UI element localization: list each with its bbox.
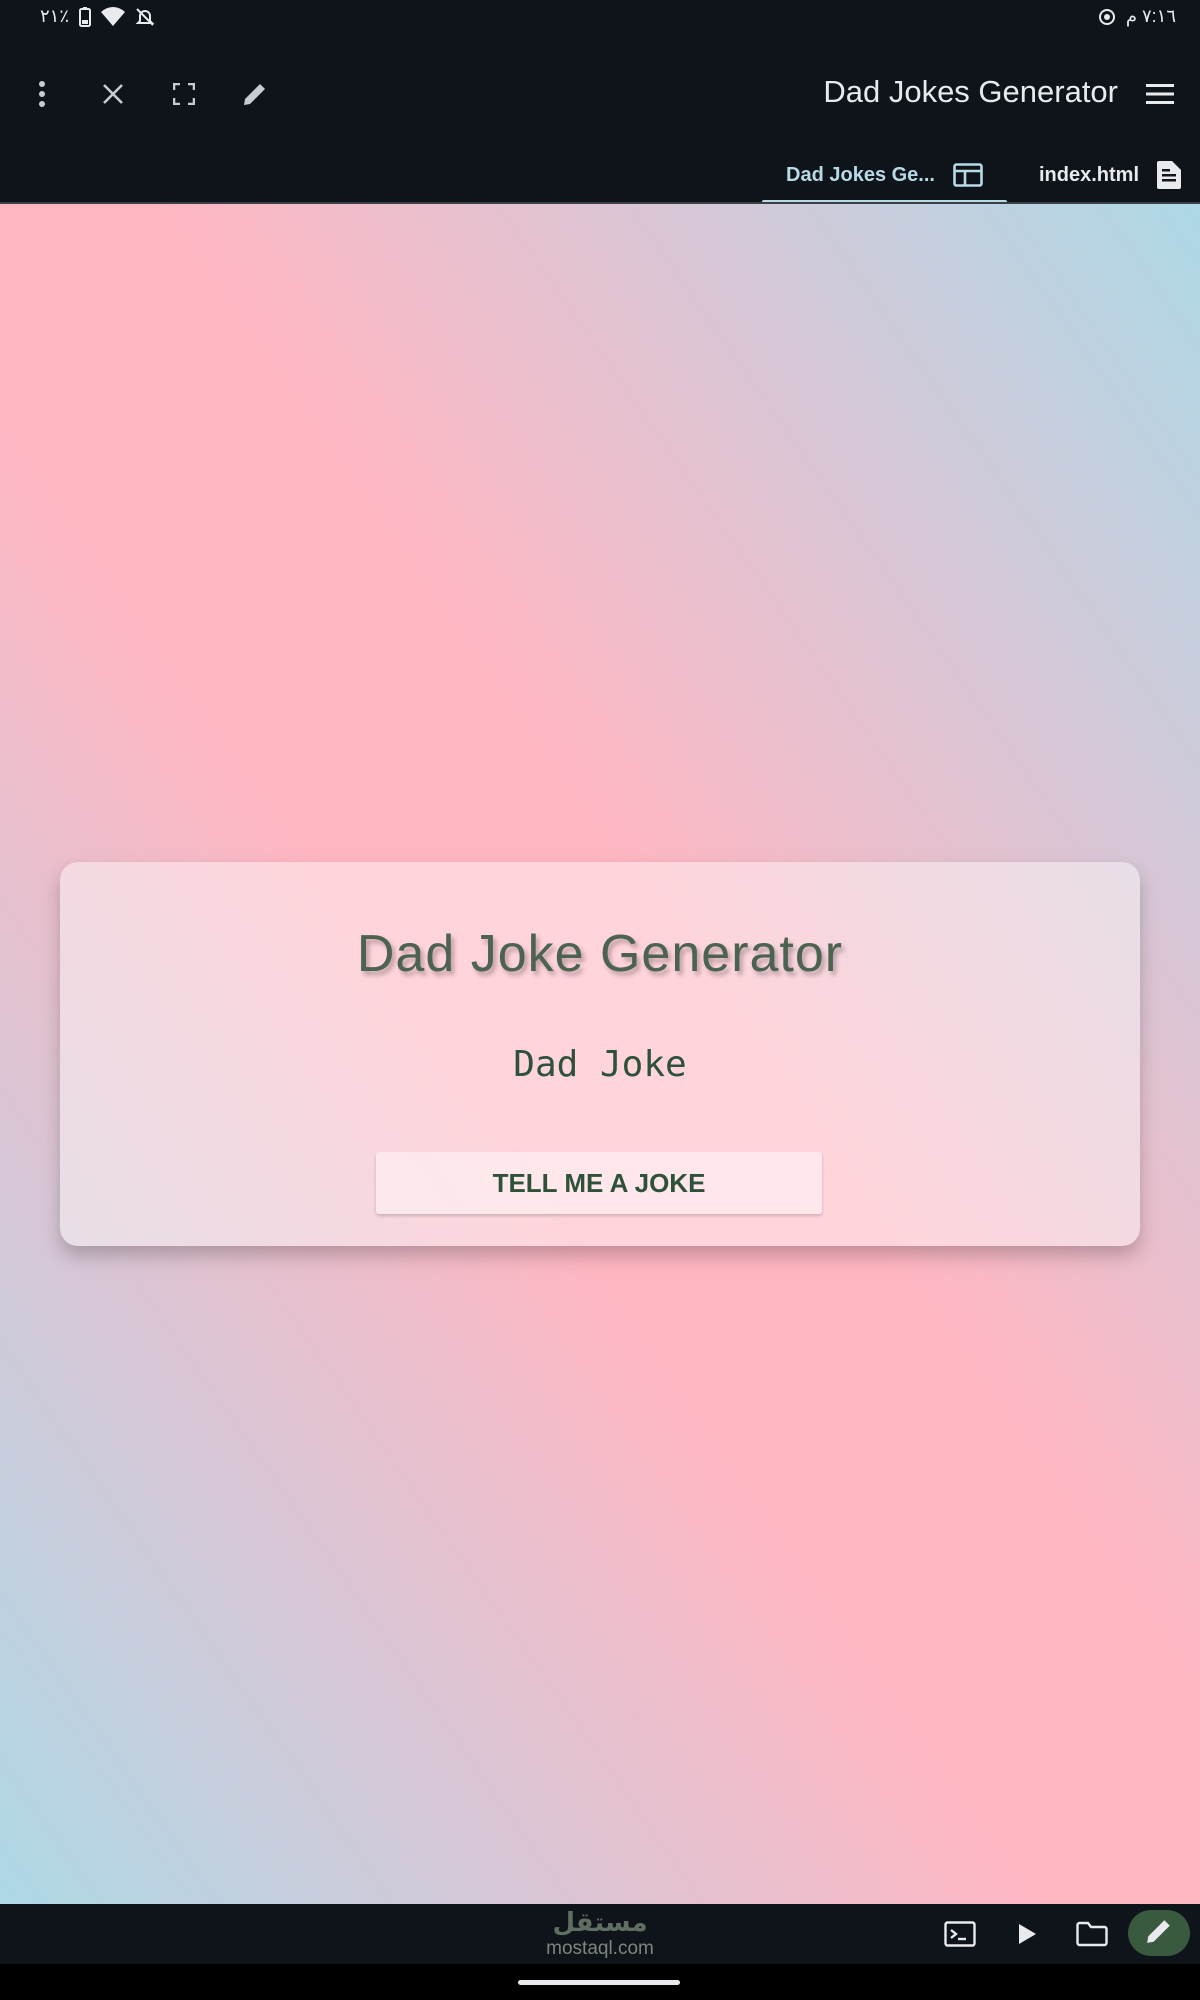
tab-file-label: index.html <box>1038 163 1139 186</box>
wifi-icon <box>101 6 126 27</box>
preview-viewport: Dad Joke Generator Dad Joke TELL ME A JO… <box>0 204 1200 1904</box>
fullscreen-button[interactable] <box>156 66 212 122</box>
web-preview-icon <box>953 163 983 187</box>
battery-percentage: ٢١٪ <box>40 6 70 26</box>
edit-button[interactable] <box>227 66 283 122</box>
terminal-icon <box>944 1921 976 1947</box>
watermark: مستقل mostaql.com <box>520 1906 680 1962</box>
app-title: Dad Jokes Generator <box>823 74 1118 109</box>
files-button[interactable] <box>1064 1908 1120 1960</box>
watermark-site: mostaql.com <box>546 1938 654 1959</box>
watermark-logo: مستقل <box>552 1907 648 1937</box>
edit-icon <box>1145 1917 1173 1950</box>
battery-icon <box>79 6 92 27</box>
joke-text: Dad Joke <box>513 1044 687 1085</box>
home-gesture-pill[interactable] <box>518 1980 680 1985</box>
tab-preview-label: Dad Jokes Ge... <box>786 163 935 186</box>
close-icon <box>102 83 124 105</box>
tab-preview[interactable]: Dad Jokes Ge... <box>762 146 1007 204</box>
more-options-button[interactable] <box>14 66 70 122</box>
status-bar: ٢١٪ ٧:١٦ م <box>0 0 1200 36</box>
system-nav-bar <box>0 1964 1200 2000</box>
tab-index-html[interactable]: index.html <box>1020 146 1200 204</box>
folder-icon <box>1076 1921 1108 1947</box>
page-title: Dad Joke Generator <box>356 925 844 983</box>
tell-joke-button[interactable]: TELL ME A JOKE <box>376 1152 822 1214</box>
more-vert-icon <box>38 81 46 107</box>
play-icon <box>1017 1923 1037 1945</box>
menu-icon <box>1146 83 1174 105</box>
document-icon <box>1157 161 1181 189</box>
status-icons-right: ٧:١٦ م <box>1098 6 1176 27</box>
notifications-off-icon <box>135 7 155 27</box>
fullscreen-icon <box>173 83 195 105</box>
tab-bar: Dad Jokes Ge... index.html <box>0 146 1200 204</box>
edit-fab[interactable] <box>1128 1910 1190 1956</box>
bottom-toolbar: مستقل mostaql.com <box>0 1904 1200 1964</box>
screen-record-icon <box>1098 8 1116 26</box>
status-icons-left: ٢١٪ <box>40 6 155 27</box>
status-time: ٧:١٦ م <box>1125 6 1176 26</box>
joke-card: Dad Joke Generator Dad Joke TELL ME A JO… <box>60 862 1140 1246</box>
close-button[interactable] <box>85 66 141 122</box>
menu-button[interactable] <box>1132 66 1188 122</box>
terminal-button[interactable] <box>932 1908 988 1960</box>
edit-icon <box>242 81 268 107</box>
app-bar: Dad Jokes Generator Dad Jokes Ge... inde… <box>0 36 1200 204</box>
run-button[interactable] <box>999 1908 1055 1960</box>
